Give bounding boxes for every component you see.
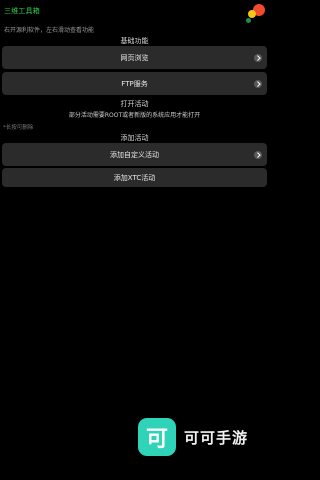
hint-text: 右开源利软件，左右滑动查看功能	[4, 27, 95, 34]
web-browse-button[interactable]: 网页浏览	[2, 46, 267, 69]
chevron-right-icon	[254, 53, 262, 62]
watermark-text: 可可手游	[184, 429, 249, 447]
open-activity-subtext: 部分活动需要ROOT或者新版的系统应用才能打开	[68, 112, 201, 119]
watermark-logo-icon: 可	[138, 418, 176, 456]
long-press-note: *长按可删除	[3, 125, 34, 131]
ftp-service-label: FTP服务	[121, 79, 148, 88]
ftp-service-button[interactable]: FTP服务	[2, 72, 267, 95]
section-title-basic: 基础功能	[120, 37, 149, 45]
chevron-right-icon	[254, 79, 262, 88]
chevron-right-icon	[254, 150, 262, 159]
add-xtc-activity-label: 添加XTC活动	[113, 173, 156, 182]
section-title-open-activity: 打开活动	[120, 100, 149, 108]
add-custom-activity-button[interactable]: 添加自定义活动	[2, 143, 267, 166]
add-custom-activity-label: 添加自定义活动	[110, 150, 159, 159]
watermark: 可 可可手游	[138, 418, 258, 458]
section-title-add-activity: 添加活动	[120, 134, 149, 142]
web-browse-label: 网页浏览	[120, 53, 149, 62]
status-dot-yellow-icon	[248, 10, 256, 18]
add-xtc-activity-button[interactable]: 添加XTC活动	[2, 168, 267, 187]
app-title: 三维工具箱	[4, 7, 40, 15]
status-dot-green-icon	[246, 18, 251, 23]
status-dots	[235, 4, 265, 24]
